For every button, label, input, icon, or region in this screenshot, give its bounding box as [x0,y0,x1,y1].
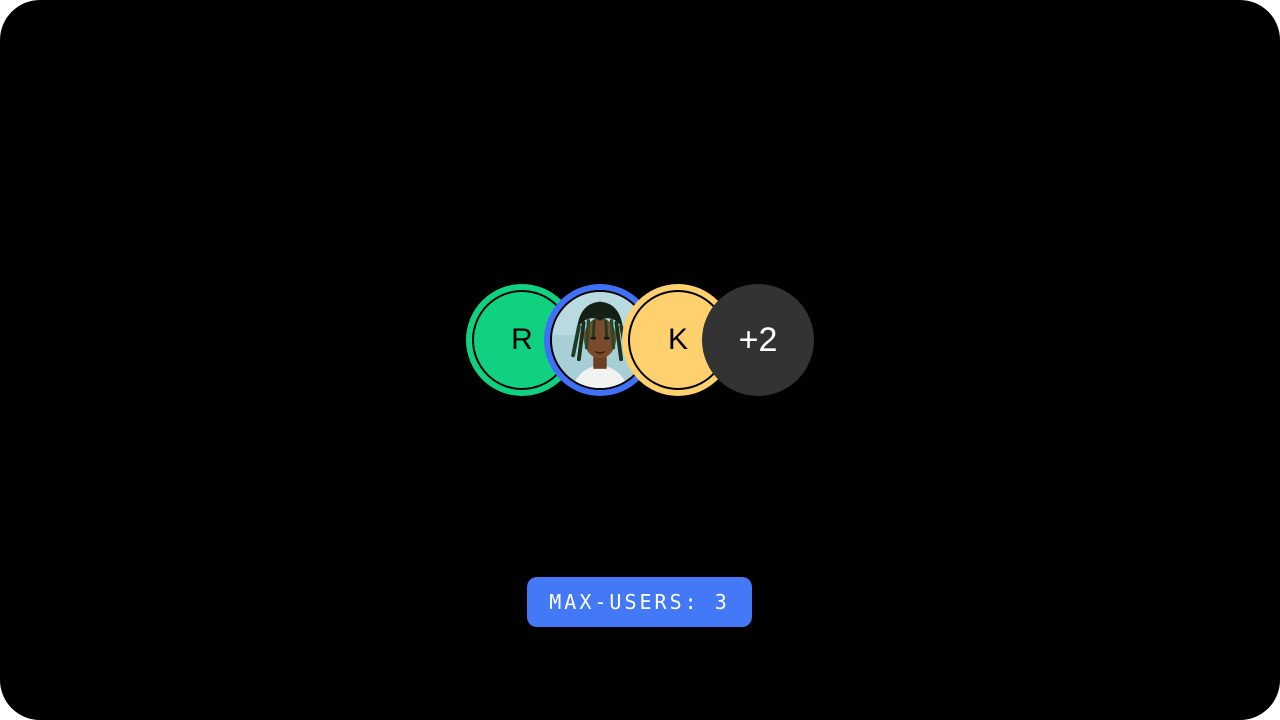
more-users-count: +2 [738,320,778,359]
more-users-avatar[interactable]: +2 [702,284,814,396]
avatar-group: R K +2 [466,284,814,396]
avatar-initial: K [667,323,688,356]
max-users-badge: MAX-USERS: 3 [527,577,752,627]
avatar-initial: R [511,323,533,356]
max-users-label: MAX-USERS: 3 [549,590,730,614]
canvas: R K +2 MAX-USERS: 3 [0,0,1280,720]
